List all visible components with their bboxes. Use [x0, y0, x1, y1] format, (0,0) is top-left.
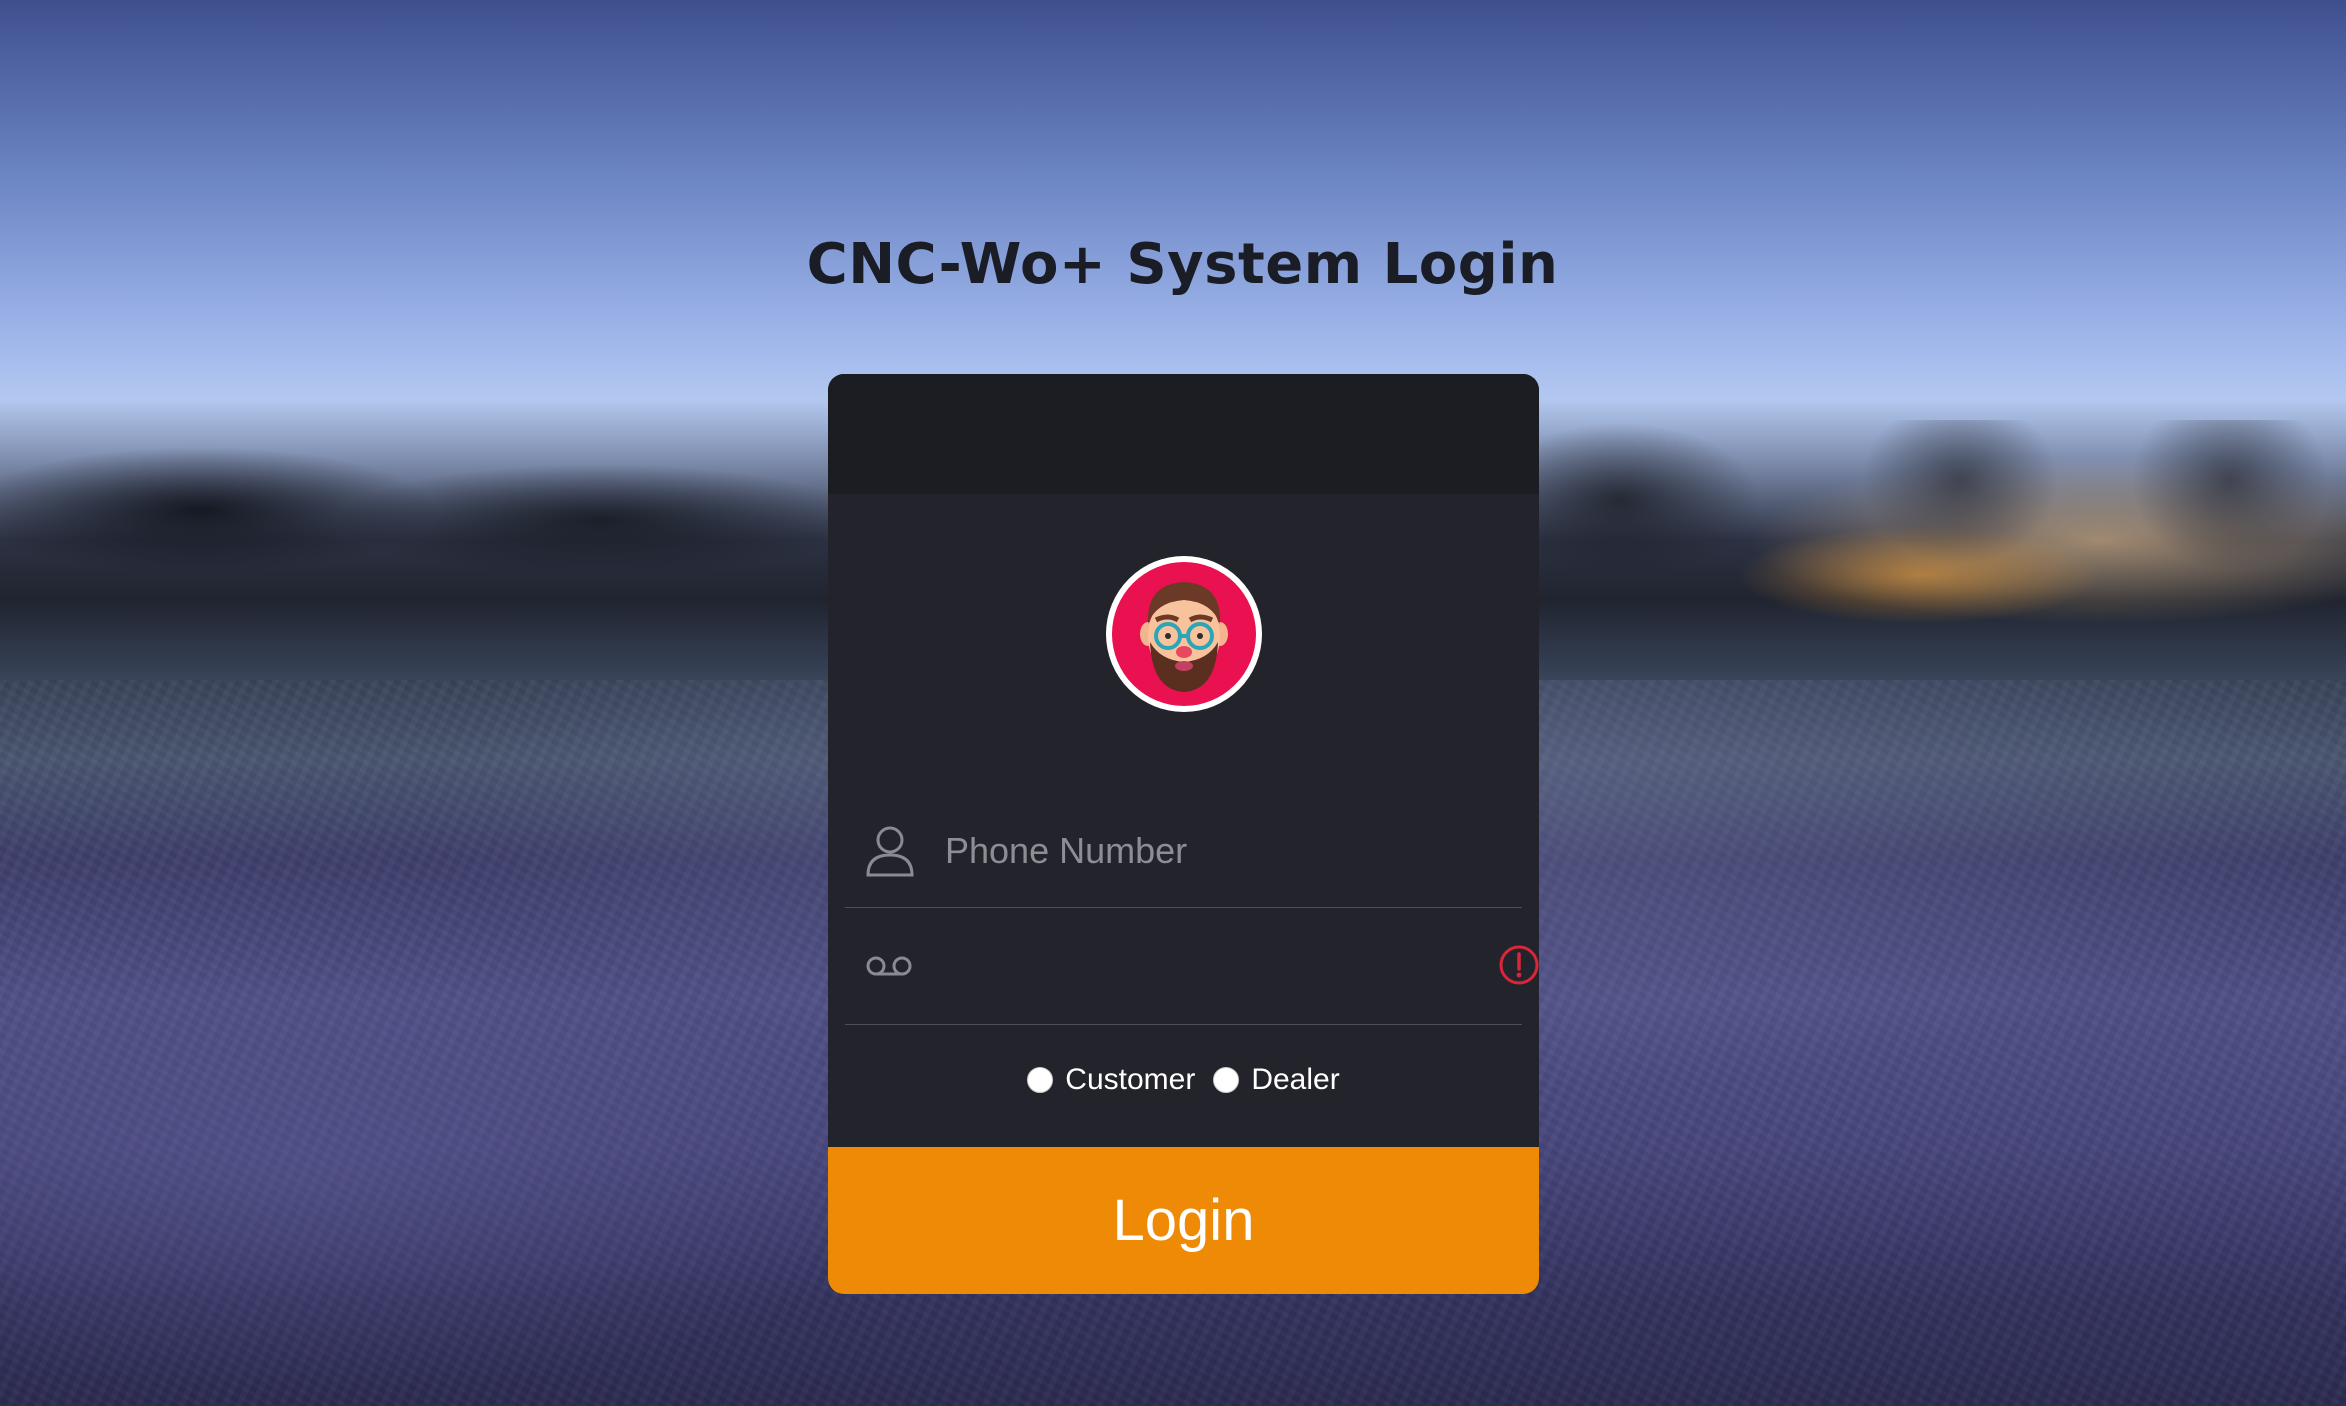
customer-radio[interactable]	[1027, 1067, 1054, 1093]
error-alert-icon	[1498, 944, 1540, 991]
user-icon	[865, 823, 915, 882]
dealer-radio-label: Dealer	[1251, 1063, 1340, 1096]
avatar	[1106, 556, 1262, 712]
dealer-radio[interactable]	[1213, 1067, 1240, 1093]
phone-number-field	[845, 791, 1522, 908]
page-title: CNC-Wo+ System Login	[806, 232, 1559, 297]
password-input[interactable]	[945, 938, 1485, 998]
login-button[interactable]: Login	[828, 1147, 1539, 1294]
customer-radio-label: Customer	[1065, 1063, 1196, 1096]
user-type-radio-group: Customer Dealer	[828, 1055, 1539, 1105]
dealer-radio-option[interactable]: Dealer	[1213, 1063, 1340, 1097]
password-field	[845, 908, 1522, 1025]
bearded-man-avatar-icon	[1140, 582, 1228, 692]
phone-number-input[interactable]	[945, 821, 1485, 881]
avatar-icon	[1112, 562, 1256, 706]
password-key-icon	[865, 954, 913, 983]
card-header	[828, 374, 1539, 494]
customer-radio-option[interactable]: Customer	[1027, 1063, 1195, 1097]
